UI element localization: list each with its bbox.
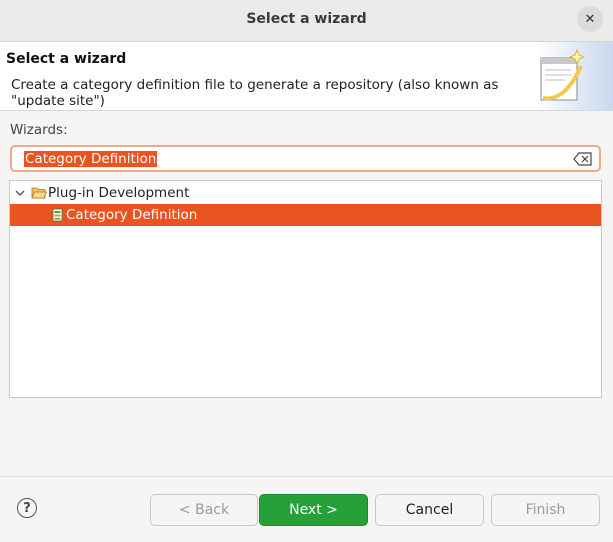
dialog-footer: ? < Back Next > Cancel Finish	[0, 476, 613, 542]
tree-item-category-definition[interactable]: Category Definition	[10, 204, 601, 226]
title-bar: Select a wizard ✕	[0, 0, 613, 42]
tree-item-label: Category Definition	[66, 207, 198, 223]
chevron-down-icon[interactable]	[14, 187, 26, 199]
wizard-tree[interactable]: Plug-in Development Category Definition	[9, 180, 602, 398]
help-icon: ?	[23, 500, 31, 516]
next-button[interactable]: Next >	[259, 494, 368, 526]
wizard-banner-icon	[535, 42, 613, 110]
category-file-icon	[52, 208, 63, 222]
wizard-filter-input[interactable]: Category Definition	[10, 145, 601, 172]
wizards-label: Wizards:	[10, 122, 68, 138]
header-description: Create a category definition file to gen…	[11, 77, 511, 109]
window-title: Select a wizard	[246, 11, 367, 27]
help-button[interactable]: ?	[17, 498, 37, 518]
header-title: Select a wizard	[6, 51, 127, 67]
finish-button[interactable]: Finish	[491, 494, 600, 526]
clear-filter-icon[interactable]	[573, 151, 593, 167]
description-line-1: Create a category definition file to gen…	[11, 77, 499, 93]
close-icon: ✕	[584, 11, 596, 27]
folder-open-icon	[31, 187, 47, 199]
description-line-2: "update site")	[11, 93, 105, 109]
close-button[interactable]: ✕	[577, 6, 603, 32]
filter-value: Category Definition	[24, 151, 158, 167]
tree-category-plugin-development[interactable]: Plug-in Development	[10, 182, 601, 204]
wizard-header: Select a wizard Create a category defini…	[0, 42, 613, 111]
tree-category-label: Plug-in Development	[48, 185, 190, 201]
back-button[interactable]: < Back	[150, 494, 258, 526]
cancel-button[interactable]: Cancel	[375, 494, 484, 526]
